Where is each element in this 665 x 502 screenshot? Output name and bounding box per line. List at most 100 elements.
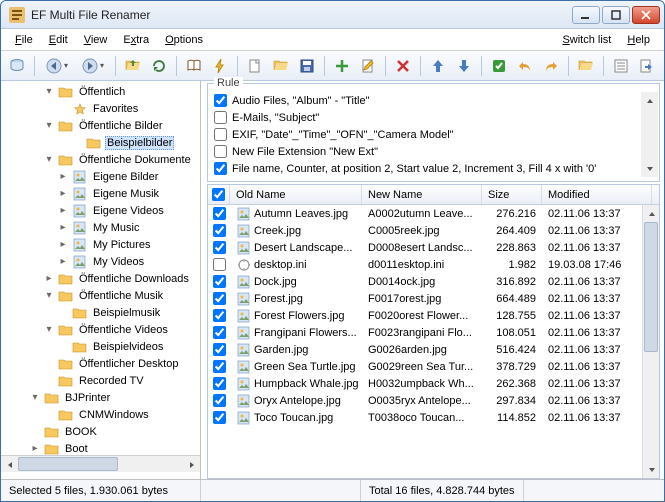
close-button[interactable]	[632, 6, 660, 24]
table-row[interactable]: Forest.jpgF0017orest.jpg664.48902.11.06 …	[208, 290, 659, 307]
maximize-button[interactable]	[602, 6, 630, 24]
tree-toggle-icon[interactable]: ▾	[29, 392, 41, 403]
add-rule-icon[interactable]	[330, 54, 354, 78]
delete-rule-icon[interactable]	[391, 54, 415, 78]
folder-icon[interactable]	[574, 54, 598, 78]
refresh-icon[interactable]	[147, 54, 171, 78]
tree-node[interactable]: ▾Öffentliche Musik	[1, 287, 200, 304]
tree-node[interactable]: Öffentlicher Desktop	[1, 355, 200, 372]
tree-node[interactable]: ▾Öffentliche Videos	[1, 321, 200, 338]
folder-up-icon[interactable]	[121, 54, 145, 78]
row-checkbox[interactable]	[213, 326, 226, 339]
export-icon[interactable]	[635, 54, 659, 78]
row-checkbox[interactable]	[213, 309, 226, 322]
rule-row[interactable]: E-Mails, "Subject"	[212, 109, 655, 126]
table-row[interactable]: Garden.jpgG0026arden.jpg516.42402.11.06 …	[208, 341, 659, 358]
col-new-name[interactable]: New Name	[362, 185, 482, 204]
tree-toggle-icon[interactable]: ▸	[57, 256, 69, 267]
tree-toggle-icon[interactable]: ▸	[57, 188, 69, 199]
tree-toggle-icon[interactable]: ▾	[43, 290, 55, 301]
tree-node[interactable]: ▸My Videos	[1, 253, 200, 270]
tree-scrollbar-horizontal[interactable]	[1, 455, 200, 472]
table-row[interactable]: Green Sea Turtle.jpgG0029reen Sea Tur...…	[208, 358, 659, 375]
tree-node[interactable]: ▸Eigene Bilder	[1, 168, 200, 185]
tree-node[interactable]: ▾Öffentliche Dokumente	[1, 151, 200, 168]
rule-row[interactable]: EXIF, "Date"_"Time"_"OFN"_"Camera Model"	[212, 126, 655, 143]
rule-checkbox[interactable]	[214, 94, 227, 107]
table-row[interactable]: Creek.jpgC0005reek.jpg264.40902.11.06 13…	[208, 222, 659, 239]
save-icon[interactable]	[295, 54, 319, 78]
tree-node[interactable]: ▾BJPrinter	[1, 389, 200, 406]
row-checkbox[interactable]	[213, 258, 226, 271]
row-checkbox[interactable]	[213, 207, 226, 220]
tree-node[interactable]: ▸Öffentliche Downloads	[1, 270, 200, 287]
row-checkbox[interactable]	[213, 360, 226, 373]
tree-toggle-icon[interactable]: ▸	[57, 205, 69, 216]
table-row[interactable]: Autumn Leaves.jpgA0002utumn Leave...276.…	[208, 205, 659, 222]
col-modified[interactable]: Modified	[542, 185, 652, 204]
col-size[interactable]: Size	[482, 185, 542, 204]
rule-checkbox[interactable]	[214, 162, 227, 175]
table-row[interactable]: Humpback Whale.jpgH0032umpback Wh...262.…	[208, 375, 659, 392]
tree-node[interactable]: ▸Eigene Videos	[1, 202, 200, 219]
row-checkbox[interactable]	[213, 224, 226, 237]
row-checkbox[interactable]	[213, 411, 226, 424]
tree-toggle-icon[interactable]: ▸	[43, 273, 55, 284]
scroll-right-icon[interactable]	[183, 456, 200, 473]
tree-node[interactable]: ▸Eigene Musik	[1, 185, 200, 202]
row-checkbox[interactable]	[213, 343, 226, 356]
rule-checkbox[interactable]	[214, 111, 227, 124]
menu-file[interactable]: File	[7, 32, 41, 48]
rule-checkbox[interactable]	[214, 145, 227, 158]
table-row[interactable]: Forest Flowers.jpgF0020orest Flower...12…	[208, 307, 659, 324]
drive-icon[interactable]	[5, 54, 29, 78]
table-scrollbar[interactable]	[642, 205, 659, 478]
col-checkbox[interactable]	[208, 185, 230, 204]
table-row[interactable]: desktop.inid0011esktop.ini1.98219.03.08 …	[208, 256, 659, 273]
edit-rule-icon[interactable]	[356, 54, 380, 78]
scroll-left-icon[interactable]	[1, 456, 18, 473]
rule-row[interactable]: Audio Files, "Album" - "Title"	[212, 92, 655, 109]
table-row[interactable]: Toco Toucan.jpgT0038oco Toucan...114.852…	[208, 409, 659, 426]
tree-node[interactable]: Favorites	[1, 100, 200, 117]
rules-scrollbar[interactable]	[641, 92, 658, 177]
redo-icon[interactable]	[539, 54, 563, 78]
tree-node[interactable]: Beispielvideos	[1, 338, 200, 355]
tree-toggle-icon[interactable]: ▸	[57, 239, 69, 250]
tree-toggle-icon[interactable]: ▸	[57, 171, 69, 182]
tree-node[interactable]: Beispielmusik	[1, 304, 200, 321]
tree-node[interactable]: ▸My Pictures	[1, 236, 200, 253]
tree-node[interactable]: Beispielbilder	[1, 134, 200, 151]
forward-button[interactable]: ▾	[76, 54, 110, 78]
tree-toggle-icon[interactable]: ▾	[43, 324, 55, 335]
row-checkbox[interactable]	[213, 292, 226, 305]
undo-icon[interactable]	[513, 54, 537, 78]
tree-toggle-icon[interactable]: ▸	[29, 443, 41, 454]
back-button[interactable]: ▾	[40, 54, 74, 78]
row-checkbox[interactable]	[213, 377, 226, 390]
menu-edit[interactable]: Edit	[41, 32, 76, 48]
table-row[interactable]: Desert Landscape...D0008esert Landsc...2…	[208, 239, 659, 256]
row-checkbox[interactable]	[213, 275, 226, 288]
apply-icon[interactable]	[487, 54, 511, 78]
tree-node[interactable]: ▸Boot	[1, 440, 200, 455]
menu-view[interactable]: View	[76, 32, 116, 48]
rule-checkbox[interactable]	[214, 128, 227, 141]
scroll-thumb[interactable]	[644, 222, 658, 352]
rule-row[interactable]: File name, Counter, at position 2, Start…	[212, 160, 655, 177]
open-file-icon[interactable]	[269, 54, 293, 78]
tree-toggle-icon[interactable]: ▸	[57, 222, 69, 233]
row-checkbox[interactable]	[213, 394, 226, 407]
new-file-icon[interactable]	[243, 54, 267, 78]
scroll-down-icon[interactable]	[643, 461, 660, 478]
move-up-icon[interactable]	[426, 54, 450, 78]
tree-node[interactable]: BOOK	[1, 423, 200, 440]
tree-node[interactable]: ▾Öffentlich	[1, 83, 200, 100]
scroll-down-icon[interactable]	[641, 160, 658, 177]
tree-node[interactable]: ▸My Music	[1, 219, 200, 236]
table-row[interactable]: Frangipani Flowers...F0023rangipani Flo.…	[208, 324, 659, 341]
col-old-name[interactable]: Old Name	[230, 185, 362, 204]
menu-help[interactable]: Help	[619, 32, 658, 48]
tree-node[interactable]: CNMWindows	[1, 406, 200, 423]
scroll-up-icon[interactable]	[643, 205, 660, 222]
